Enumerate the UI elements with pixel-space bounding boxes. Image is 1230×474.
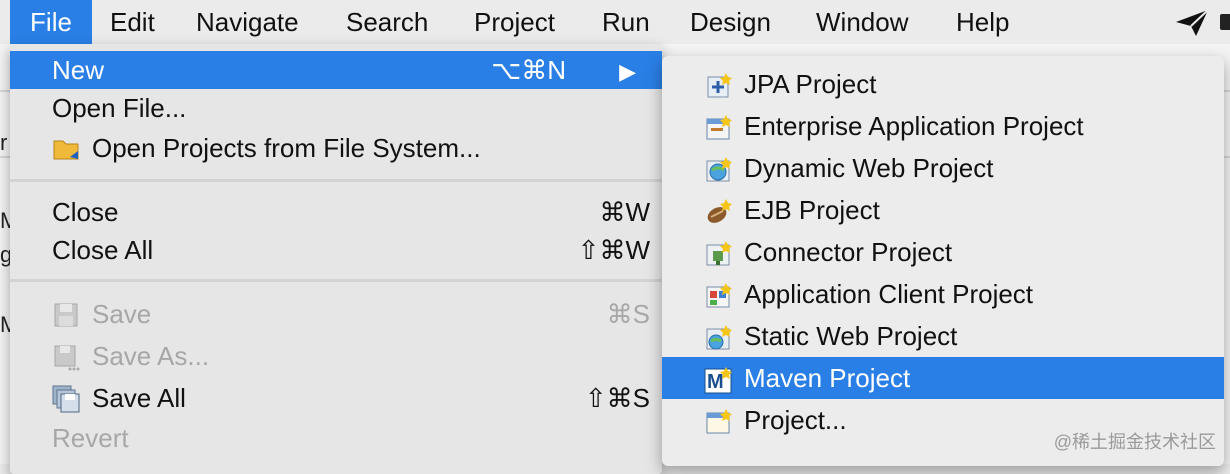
ear-project-icon <box>706 115 732 140</box>
svg-text:M: M <box>707 371 724 393</box>
menu-item-label: Save All <box>92 383 186 413</box>
shortcut: ⌘S <box>606 299 650 329</box>
menu-item-label: Save As... <box>92 341 210 371</box>
menu-run[interactable]: Run <box>602 0 650 44</box>
floppy-disk-icon <box>54 303 78 327</box>
menu-design[interactable]: Design <box>690 0 771 44</box>
menu-item-new[interactable]: New ⌥⌘N ▶ <box>10 51 662 89</box>
menu-separator <box>10 279 662 282</box>
submenu-item-label: Maven Project <box>744 363 911 393</box>
submenu-item-dynamic-web-project[interactable]: Dynamic Web Project <box>662 147 1224 189</box>
menu-item-label: Open Projects from File System... <box>92 133 481 163</box>
menu-navigate[interactable]: Navigate <box>196 0 299 44</box>
submenu-item-label: Enterprise Application Project <box>744 111 1084 141</box>
submenu-item-enterprise-application-project[interactable]: Enterprise Application Project <box>662 105 1224 147</box>
menu-item-label: Save <box>92 299 152 329</box>
save-all-icon <box>52 385 80 413</box>
submenu-item-label: Dynamic Web Project <box>744 153 994 183</box>
menu-item-label: New <box>52 55 105 85</box>
submenu-item-label: Application Client Project <box>744 279 1034 309</box>
submenu-item-label: Static Web Project <box>744 321 958 351</box>
menu-item-label: Close All <box>52 235 154 265</box>
submenu-item-label: Project... <box>744 405 847 435</box>
menu-project[interactable]: Project <box>474 0 555 44</box>
menu-item-save[interactable]: Save ⌘S <box>10 295 662 333</box>
submenu-item-application-client-project[interactable]: Application Client Project <box>662 273 1224 315</box>
submenu-arrow-icon: ▶ <box>619 59 636 84</box>
shortcut: ⇧⌘S <box>584 383 650 413</box>
shortcut: ⌥⌘N <box>491 55 566 85</box>
static-web-icon <box>706 325 732 350</box>
watermark: @稀土掘金技术社区 <box>1053 432 1216 452</box>
menu-bar: File Edit Navigate Search Project Run De… <box>0 0 1230 45</box>
maven-project-icon: M <box>704 367 732 394</box>
menu-item-close-all[interactable]: Close All ⇧⌘W <box>10 231 662 269</box>
menu-window[interactable]: Window <box>816 0 908 44</box>
submenu-item-connector-project[interactable]: Connector Project <box>662 231 1224 273</box>
keyboard-icon[interactable] <box>1220 14 1230 30</box>
submenu-item-ejb-project[interactable]: EJB Project <box>662 189 1224 231</box>
file-menu: New ⌥⌘N ▶ Open File... Open Projects fro… <box>10 44 662 474</box>
menu-file[interactable]: File <box>10 0 92 44</box>
new-submenu: JPA Project Enterprise Application Proje… <box>662 56 1224 466</box>
menu-item-revert[interactable]: Revert <box>10 419 662 457</box>
menu-item-label: Close <box>52 197 119 227</box>
menu-separator <box>10 179 662 182</box>
menu-edit[interactable]: Edit <box>110 0 155 44</box>
menu-item-save-as[interactable]: Save As... <box>10 337 662 375</box>
menu-item-save-all[interactable]: Save All ⇧⌘S <box>10 379 662 417</box>
shortcut: ⌘W <box>599 197 650 227</box>
menu-help[interactable]: Help <box>956 0 1009 44</box>
jpa-project-icon <box>707 73 732 98</box>
menu-item-open-file[interactable]: Open File... <box>10 89 662 127</box>
submenu-item-jpa-project[interactable]: JPA Project <box>662 63 1224 105</box>
folder-icon <box>53 140 79 160</box>
ejb-project-icon <box>707 199 732 223</box>
shortcut: ⇧⌘W <box>577 235 650 265</box>
bg-text: r <box>0 130 8 155</box>
menu-item-close[interactable]: Close ⌘W <box>10 193 662 231</box>
menu-item-label: Revert <box>52 423 129 453</box>
submenu-item-maven-project[interactable]: M Maven Project <box>662 357 1224 399</box>
menu-search[interactable]: Search <box>346 0 428 44</box>
app-client-icon <box>706 283 732 308</box>
submenu-item-label: JPA Project <box>744 69 877 99</box>
save-as-icon <box>54 345 80 371</box>
project-icon <box>706 409 732 434</box>
submenu-item-label: Connector Project <box>744 237 953 267</box>
menu-item-open-projects[interactable]: Open Projects from File System... <box>10 129 662 167</box>
submenu-item-static-web-project[interactable]: Static Web Project <box>662 315 1224 357</box>
connector-project-icon <box>706 241 732 266</box>
paper-plane-icon[interactable] <box>1174 8 1210 38</box>
submenu-item-label: EJB Project <box>744 195 880 225</box>
dynamic-web-icon <box>706 157 732 182</box>
menu-item-label: Open File... <box>52 93 187 123</box>
